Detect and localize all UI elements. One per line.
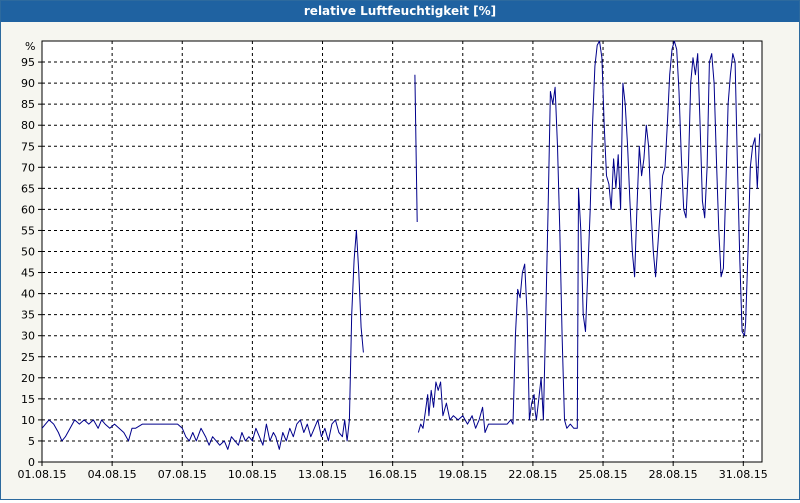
y-tick-label: 40 [21,288,35,301]
y-tick-label: 70 [21,161,35,174]
x-tick-label: 04.08.15 [88,468,137,481]
x-tick-label: 01.08.15 [18,468,67,481]
y-axis-unit-label: % [25,40,35,53]
humidity-chart: 05101520253035404550556065707580859095 0… [18,40,768,481]
y-tick-label: 35 [21,309,35,322]
y-tick-label: 10 [21,414,35,427]
x-tick-label: 13.08.15 [298,468,347,481]
y-tick-label: 20 [21,372,35,385]
y-tick-label: 15 [21,393,35,406]
y-tick-label: 75 [21,140,35,153]
chart-window: relative Luftfeuchtigkeit [%] 0 5 10 15 20 25… [0,0,800,500]
y-tick-label: 5 [28,435,35,448]
x-tick-label: 19.08.15 [438,468,487,481]
y-tick-label: 65 [21,182,35,195]
x-tick-label: 28.08.15 [649,468,698,481]
y-tick-label: 60 [21,203,35,216]
y-tick-label: 95 [21,56,35,69]
grid-lines [42,41,762,462]
x-tick-label: 31.08.15 [719,468,768,481]
x-tick-label: 25.08.15 [579,468,628,481]
x-tick-label: 22.08.15 [508,468,557,481]
y-tick-label: 80 [21,119,35,132]
x-tick-label: 10.08.15 [228,468,277,481]
x-tick-label: 07.08.15 [158,468,207,481]
y-tick-label: 25 [21,351,35,364]
y-tick-label: 45 [21,267,35,280]
y-tick-label: 90 [21,77,35,90]
x-tick-label: 16.08.15 [368,468,417,481]
x-axis: 01.08.15 04.08.15 07.08.15 10.08.15 13.08.15… [18,462,768,481]
y-tick-label: 55 [21,224,35,237]
chart-area: 0 5 10 15 20 25 30 35 40 45 50 55 60 65 70 75 80 85 90 95 0… [1,22,799,499]
chart-title: relative Luftfeuchtigkeit [%] [1,1,799,22]
y-tick-label: 30 [21,330,35,343]
y-axis: 05101520253035404550556065707580859095 [21,56,42,469]
y-tick-label: 50 [21,246,35,259]
y-tick-label: 85 [21,98,35,111]
